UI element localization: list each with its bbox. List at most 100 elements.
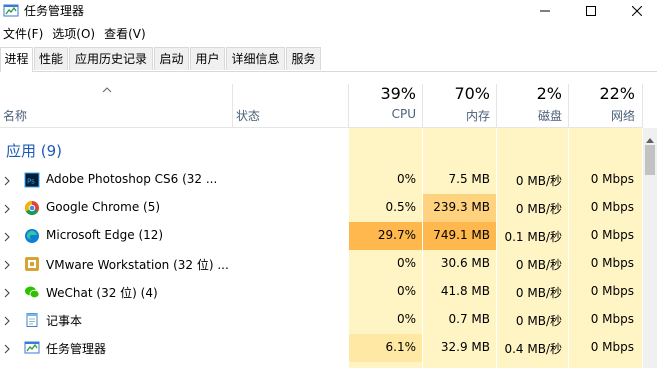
chevron-right-icon[interactable] (4, 315, 10, 326)
process-network-value: 0 Mbps (590, 256, 634, 270)
process-network-value: 0 Mbps (590, 284, 634, 298)
process-row[interactable]: VMware Workstation (32 位) ... 0% 30.6 MB 0 … (0, 250, 643, 278)
wechat-icon (24, 284, 40, 300)
tab-services[interactable]: 服务 (286, 47, 321, 70)
task-manager-app-icon (3, 3, 19, 19)
menu-view[interactable]: 查看(V) (100, 24, 151, 44)
network-column-header[interactable]: 网络 (570, 107, 635, 124)
column-name-header[interactable]: 名称 (3, 107, 27, 124)
notepad-icon (24, 312, 40, 328)
scrollbar-thumb[interactable] (645, 145, 655, 175)
process-memory-value: 30.6 MB (440, 256, 490, 270)
tab-processes[interactable]: 进程 (0, 47, 33, 72)
process-disk-value: 0 MB/秒 (515, 174, 562, 188)
apps-group-title[interactable]: 应用 (9) (6, 140, 62, 161)
tab-performance[interactable]: 性能 (34, 47, 68, 70)
close-button[interactable] (614, 0, 657, 22)
process-cpu-value: 0% (396, 312, 416, 326)
vmware-icon (24, 256, 40, 272)
process-row[interactable]: Google Chrome (5) 0.5% 239.3 MB 0 MB/秒 0 Mbp… (0, 194, 643, 222)
cpu-total-percent[interactable]: 39% (350, 84, 416, 103)
tab-app-history[interactable]: 应用历史记录 (69, 47, 153, 70)
process-disk-value: 0 MB/秒 (515, 202, 562, 216)
process-row[interactable]: Microsoft Edge (12) 29.7% 749.1 MB 0.1 MB/秒… (0, 222, 643, 250)
minimize-icon (540, 10, 550, 12)
memory-total-percent[interactable]: 70% (424, 84, 490, 103)
process-network-value: 0 Mbps (590, 200, 634, 214)
column-divider (232, 84, 233, 127)
chevron-right-icon[interactable] (4, 203, 10, 214)
process-cpu-value: 6.1% (385, 340, 417, 354)
photoshop-icon: Ps (24, 172, 40, 188)
memory-column-header[interactable]: 内存 (424, 107, 490, 124)
disk-total-percent[interactable]: 2% (498, 84, 562, 103)
edge-icon (24, 228, 40, 244)
column-divider (496, 84, 497, 127)
maximize-button[interactable] (568, 0, 614, 22)
chrome-icon (24, 200, 40, 216)
process-row[interactable]: 记事本 0% 0.7 MB 0 MB/秒 0 Mbps (0, 306, 643, 334)
column-divider (568, 84, 569, 127)
chevron-right-icon[interactable] (4, 343, 10, 354)
process-row[interactable]: WeChat (32 位) (4) 0% 41.8 MB 0 MB/秒 0 Mbps (0, 278, 643, 306)
tab-startup[interactable]: 启动 (154, 47, 189, 70)
chevron-right-icon[interactable] (4, 175, 10, 186)
vertical-scrollbar[interactable] (643, 128, 657, 368)
process-name: WeChat (32 位) (4) (46, 286, 158, 300)
process-cpu-value: 0% (396, 256, 416, 270)
process-memory-value: 32.9 MB (440, 340, 490, 354)
process-cpu-value: 0.5% (385, 200, 417, 214)
process-network-value: 0 Mbps (590, 228, 634, 242)
menu-options[interactable]: 选项(O) (48, 24, 100, 44)
process-disk-value: 0 MB/秒 (515, 258, 562, 272)
disk-column-header[interactable]: 磁盘 (498, 107, 562, 124)
column-divider (642, 84, 643, 127)
title-bar: 任务管理器 (0, 0, 657, 22)
column-headers: 名称 状态 39% CPU 70% 内存 2% 磁盘 22% 网络 (0, 72, 643, 128)
process-name: 记事本 (46, 314, 83, 328)
tab-details[interactable]: 详细信息 (226, 47, 285, 70)
minimize-button[interactable] (522, 0, 568, 22)
process-disk-value: 0 MB/秒 (515, 286, 562, 300)
process-name: Google Chrome (5) (46, 200, 161, 214)
chevron-right-icon[interactable] (4, 231, 10, 242)
process-list: 应用 (9) Ps Adobe Photoshop CS6 (32 ... 0% 7.… (0, 128, 643, 368)
process-memory-value: 0.7 MB (448, 312, 490, 326)
process-cpu-value: 29.7% (377, 228, 416, 242)
process-name: 任务管理器 (46, 342, 107, 356)
svg-text:Ps: Ps (27, 178, 35, 186)
tab-users[interactable]: 用户 (190, 47, 225, 70)
sort-ascending-icon[interactable] (102, 82, 112, 93)
process-cpu-value: 0% (396, 172, 416, 186)
tab-bar: 进程 性能 应用历史记录 启动 用户 详细信息 服务 (0, 47, 657, 72)
process-name: Adobe Photoshop CS6 (32 ... (46, 172, 218, 186)
process-memory-value: 239.3 MB (433, 200, 490, 214)
process-cpu-value: 0% (396, 284, 416, 298)
process-row[interactable]: Ps Adobe Photoshop CS6 (32 ... 0% 7.5 MB 0 M… (0, 166, 643, 194)
maximize-icon (586, 6, 596, 16)
chevron-right-icon[interactable] (4, 259, 10, 270)
process-disk-value: 0.1 MB/秒 (504, 230, 562, 244)
process-network-value: 0 Mbps (590, 172, 634, 186)
column-status-header[interactable]: 状态 (236, 107, 260, 124)
process-network-value: 0 Mbps (590, 312, 634, 326)
menu-file[interactable]: 文件(F) (0, 24, 48, 44)
process-disk-value: 0 MB/秒 (515, 314, 562, 328)
scroll-up-icon[interactable] (646, 132, 654, 143)
menu-bar: 文件(F) 选项(O) 查看(V) (0, 24, 151, 44)
process-memory-value: 41.8 MB (440, 284, 490, 298)
chevron-right-icon[interactable] (4, 287, 10, 298)
process-name: Microsoft Edge (12) (46, 228, 164, 242)
close-icon (632, 6, 642, 16)
process-memory-value: 7.5 MB (448, 172, 490, 186)
process-row[interactable]: 任务管理器 6.1% 32.9 MB 0.4 MB/秒 0 Mbps (0, 334, 643, 362)
network-total-percent[interactable]: 22% (570, 84, 635, 103)
window-title: 任务管理器 (24, 4, 85, 18)
process-name: VMware Workstation (32 位) ... (46, 258, 229, 272)
process-disk-value: 0.4 MB/秒 (504, 342, 562, 356)
task-manager-icon (24, 340, 40, 356)
cpu-column-header[interactable]: CPU (350, 107, 416, 121)
process-network-value: 0 Mbps (590, 340, 634, 354)
column-divider (348, 84, 349, 127)
column-divider (422, 84, 423, 127)
